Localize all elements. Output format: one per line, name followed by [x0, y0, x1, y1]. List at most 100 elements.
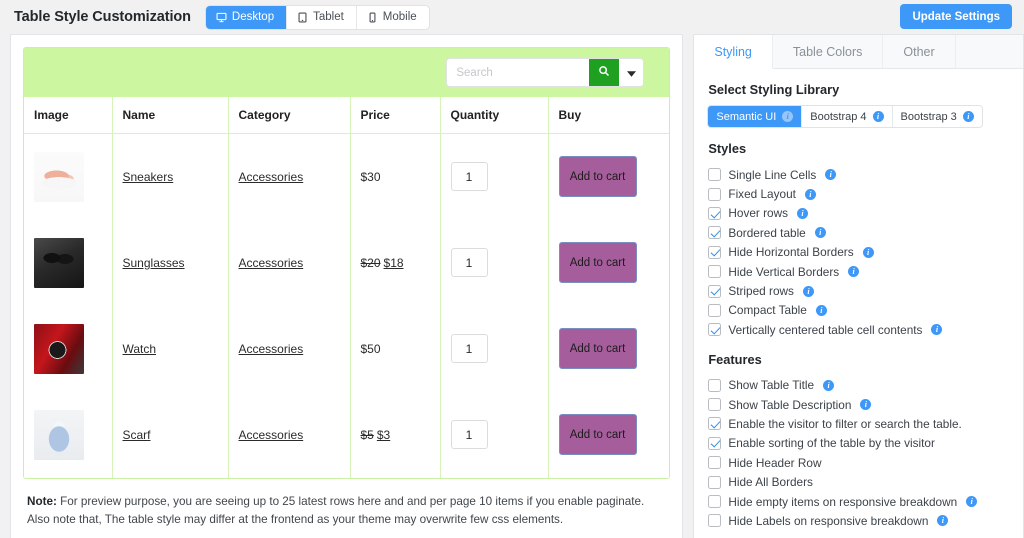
- cell-category: Accessories: [228, 219, 351, 306]
- checkbox-unchecked-icon[interactable]: [708, 265, 722, 279]
- feature-option[interactable]: Hide Labels on responsive breakdown i: [708, 511, 1009, 530]
- info-icon[interactable]: i: [931, 324, 943, 336]
- info-icon[interactable]: i: [804, 188, 816, 200]
- feature-option[interactable]: Enable sorting of the table by the visit…: [708, 434, 1009, 453]
- checkbox-unchecked-icon[interactable]: [708, 514, 722, 528]
- cell-image: [24, 133, 113, 220]
- info-icon[interactable]: i: [937, 515, 949, 527]
- table-row: Watch Accessories $50 Add to cart: [24, 305, 669, 392]
- checkbox-checked-icon[interactable]: [708, 284, 722, 298]
- product-category-link[interactable]: Accessories: [239, 342, 304, 356]
- info-icon[interactable]: i: [823, 379, 835, 391]
- library-button-label: Bootstrap 4: [810, 110, 867, 123]
- tab-other[interactable]: Other: [883, 35, 956, 68]
- library-button-semantic-ui[interactable]: Semantic UI i: [708, 106, 803, 127]
- device-toggle-desktop[interactable]: Desktop: [205, 5, 288, 29]
- column-header-quantity[interactable]: Quantity: [440, 97, 549, 134]
- info-icon[interactable]: i: [872, 111, 884, 122]
- search-input[interactable]: [447, 59, 590, 86]
- feature-option[interactable]: Show Table Description i: [708, 395, 1009, 414]
- feature-option-label: Hide Header Row: [728, 455, 822, 470]
- checkbox-unchecked-icon[interactable]: [708, 398, 722, 412]
- feature-option[interactable]: Show Table Title i: [708, 376, 1009, 395]
- product-name-link[interactable]: Scarf: [123, 428, 151, 442]
- style-option[interactable]: Single Line Cells i: [708, 165, 1009, 184]
- column-header-buy[interactable]: Buy: [548, 97, 670, 134]
- quantity-input[interactable]: [450, 334, 488, 363]
- add-to-cart-button[interactable]: Add to cart: [558, 328, 637, 369]
- info-icon[interactable]: i: [862, 246, 874, 258]
- tab-table-colors[interactable]: Table Colors: [772, 35, 884, 68]
- style-option[interactable]: Fixed Layout i: [708, 184, 1009, 203]
- info-icon[interactable]: i: [860, 399, 872, 411]
- product-name-link[interactable]: Sneakers: [123, 170, 174, 184]
- library-button-bootstrap-4[interactable]: Bootstrap 4 i: [802, 106, 893, 127]
- info-icon[interactable]: i: [815, 304, 827, 316]
- info-icon[interactable]: i: [848, 266, 860, 278]
- quantity-input[interactable]: [450, 248, 488, 277]
- styles-section-title: Styles: [708, 141, 747, 156]
- product-name-link[interactable]: Sunglasses: [123, 256, 185, 270]
- checkbox-checked-icon[interactable]: [708, 206, 722, 220]
- styling-library-group: Semantic UI i Bootstrap 4 i Bootstrap 3 i: [708, 106, 982, 127]
- style-option[interactable]: Hide Horizontal Borders i: [708, 243, 1009, 262]
- update-settings-button[interactable]: Update Settings: [900, 4, 1012, 29]
- tab-styling[interactable]: Styling: [694, 35, 773, 69]
- style-option[interactable]: Bordered table i: [708, 223, 1009, 242]
- feature-option[interactable]: Enable the visitor to filter or search t…: [708, 414, 1009, 433]
- search-options-dropdown[interactable]: [619, 59, 644, 86]
- checkbox-unchecked-icon[interactable]: [708, 168, 722, 182]
- checkbox-checked-icon[interactable]: [708, 323, 722, 337]
- info-icon[interactable]: i: [825, 169, 837, 181]
- sunglasses-thumbnail: [34, 237, 84, 288]
- feature-option[interactable]: Hide Header Row: [708, 453, 1009, 472]
- search-button[interactable]: [589, 59, 620, 86]
- checkbox-unchecked-icon[interactable]: [708, 187, 722, 201]
- checkbox-checked-icon[interactable]: [708, 436, 722, 450]
- product-category-link[interactable]: Accessories: [239, 256, 304, 270]
- column-header-name[interactable]: Name: [112, 97, 229, 134]
- price-original: $5: [360, 427, 374, 442]
- checkbox-unchecked-icon[interactable]: [708, 303, 722, 317]
- quantity-input[interactable]: [450, 162, 488, 192]
- info-icon[interactable]: i: [966, 496, 978, 508]
- feature-option[interactable]: Hide All Borders: [708, 472, 1009, 491]
- style-option[interactable]: Compact Table i: [708, 301, 1009, 320]
- preview-note-label: Note:: [27, 494, 57, 508]
- info-icon[interactable]: i: [814, 227, 826, 239]
- cell-quantity: [440, 133, 549, 220]
- add-to-cart-button[interactable]: Add to cart: [558, 242, 637, 283]
- info-icon[interactable]: i: [797, 207, 809, 219]
- add-to-cart-button[interactable]: Add to cart: [558, 414, 637, 455]
- info-icon[interactable]: i: [802, 285, 814, 297]
- checkbox-unchecked-icon[interactable]: [708, 495, 722, 509]
- product-category-link[interactable]: Accessories: [239, 170, 304, 184]
- checkbox-unchecked-icon[interactable]: [708, 475, 722, 489]
- info-icon[interactable]: i: [782, 111, 794, 122]
- styles-option-list: Single Line Cells i Fixed Layout i Hover row…: [708, 165, 1009, 340]
- checkbox-checked-icon[interactable]: [708, 245, 722, 259]
- product-category-link[interactable]: Accessories: [239, 428, 304, 442]
- info-icon[interactable]: i: [962, 111, 974, 122]
- feature-option[interactable]: Hide empty items on responsive breakdown…: [708, 492, 1009, 511]
- cell-price: $20 $18: [350, 219, 441, 306]
- checkbox-unchecked-icon[interactable]: [708, 378, 722, 392]
- quantity-input[interactable]: [450, 420, 488, 449]
- column-header-price[interactable]: Price: [350, 97, 441, 134]
- price-value: $30: [360, 169, 381, 184]
- device-toggle-tablet[interactable]: Tablet: [287, 5, 357, 29]
- style-option[interactable]: Hover rows i: [708, 204, 1009, 223]
- table-row: Scarf Accessories $5$3 Add to cart: [24, 391, 669, 478]
- column-header-category[interactable]: Category: [228, 97, 351, 134]
- library-button-bootstrap-3[interactable]: Bootstrap 3 i: [892, 106, 982, 127]
- style-option[interactable]: Striped rows i: [708, 281, 1009, 300]
- style-option[interactable]: Hide Vertical Borders i: [708, 262, 1009, 281]
- add-to-cart-button[interactable]: Add to cart: [558, 156, 637, 198]
- product-name-link[interactable]: Watch: [123, 342, 157, 356]
- style-option[interactable]: Vertically centered table cell contents i: [708, 320, 1009, 339]
- checkbox-checked-icon[interactable]: [708, 226, 722, 240]
- column-header-image[interactable]: Image: [24, 97, 113, 134]
- device-toggle-mobile[interactable]: Mobile: [356, 5, 429, 29]
- checkbox-checked-icon[interactable]: [708, 417, 722, 431]
- checkbox-unchecked-icon[interactable]: [708, 456, 722, 470]
